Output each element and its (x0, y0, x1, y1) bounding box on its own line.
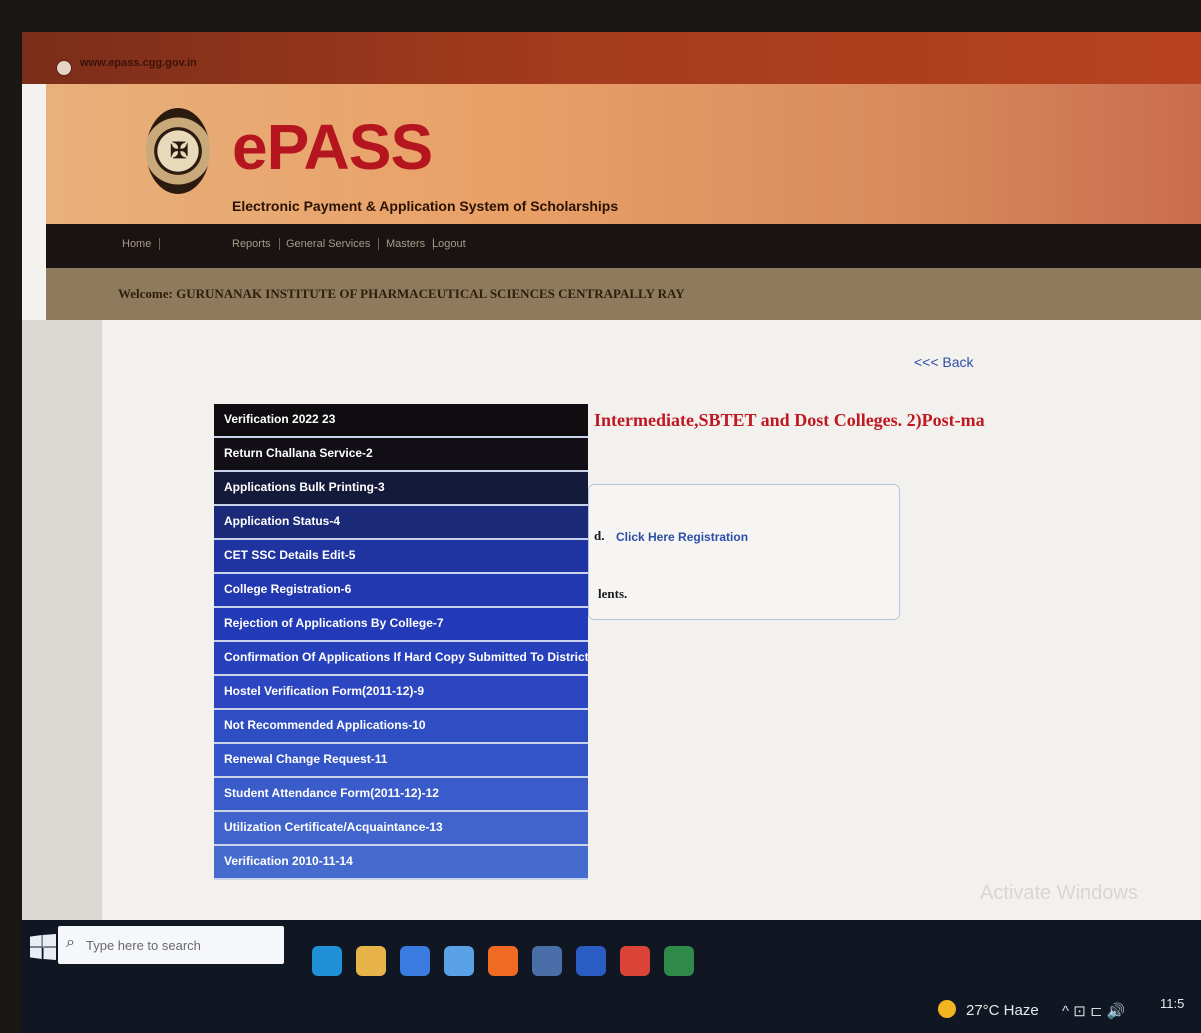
mail-icon[interactable] (444, 946, 474, 976)
menu-item[interactable]: CET SSC Details Edit-5 (214, 540, 588, 574)
nav-item-logout[interactable]: Logout (432, 238, 474, 250)
firefox-icon[interactable] (488, 946, 518, 976)
word-icon[interactable] (576, 946, 606, 976)
excel-icon[interactable] (664, 946, 694, 976)
menu-item[interactable]: Not Recommended Applications-10 (214, 710, 588, 744)
system-tray-icons[interactable]: ^ ⊡ ⊏ 🔊 (1062, 1002, 1125, 1020)
nav-item-reports[interactable]: Reports (232, 238, 280, 250)
chrome-icon[interactable] (620, 946, 650, 976)
windows-taskbar: ⌕ Type here to search 27°C Haze ^ ⊡ ⊏ 🔊 … (22, 920, 1201, 1033)
taskbar-search-box[interactable]: ⌕ Type here to search (58, 926, 284, 964)
nav-item-home[interactable]: Home (122, 238, 161, 250)
menu-item[interactable]: Student Attendance Form(2011-12)-12 (214, 778, 588, 812)
menu-item[interactable]: Verification 2010-11-14 (214, 846, 588, 880)
left-gutter (22, 320, 102, 920)
menu-item[interactable]: Rejection of Applications By College-7 (214, 608, 588, 642)
site-favicon-icon (56, 60, 72, 76)
government-seal-logo: ✠ (146, 108, 210, 194)
info-line-2: lents. (598, 586, 628, 601)
clock[interactable]: 11:5 (1160, 996, 1184, 1011)
file-explorer-icon[interactable] (356, 946, 386, 976)
nav-item-general-services[interactable]: General Services (286, 238, 380, 250)
url-text[interactable]: www.epass.cgg.gov.in (80, 57, 197, 69)
welcome-banner: Welcome: GURUNANAK INSTITUTE OF PHARMACE… (46, 268, 1201, 320)
weather-sun-icon[interactable] (938, 1000, 956, 1018)
windows-start-icon[interactable] (30, 934, 56, 960)
services-dropdown-menu: Verification 2022 23 Return Challana Ser… (214, 404, 588, 880)
store-icon[interactable] (400, 946, 430, 976)
logo-mark: ✠ (170, 138, 189, 163)
menu-item[interactable]: College Registration-6 (214, 574, 588, 608)
menu-item[interactable]: Verification 2022 23 (214, 404, 588, 438)
search-icon: ⌕ (66, 934, 75, 951)
brand-title: ePASS (232, 111, 433, 183)
top-navigation: Home Reports General Services Masters Lo… (46, 224, 1201, 268)
info-panel (588, 484, 900, 620)
menu-item[interactable]: Renewal Change Request-11 (214, 744, 588, 778)
search-placeholder: Type here to search (86, 938, 201, 953)
welcome-text: Welcome: GURUNANAK INSTITUTE OF PHARMACE… (118, 286, 685, 301)
menu-item[interactable]: Utilization Certificate/Acquaintance-13 (214, 812, 588, 846)
info-line-1: d. (594, 528, 605, 543)
menu-item[interactable]: Applications Bulk Printing-3 (214, 472, 588, 506)
site-header: ✠ ePASS Electronic Payment & Application… (46, 84, 1201, 224)
weather-text[interactable]: 27°C Haze (966, 1002, 1039, 1019)
browser-address-bar[interactable]: www.epass.cgg.gov.in (22, 32, 1201, 84)
edge-icon[interactable] (312, 946, 342, 976)
menu-item[interactable]: Return Challana Service-2 (214, 438, 588, 472)
nav-item-masters[interactable]: Masters (386, 238, 435, 250)
back-link[interactable]: <<< Back (914, 354, 974, 370)
app-icon[interactable] (532, 946, 562, 976)
registration-link[interactable]: Click Here Registration (616, 530, 748, 544)
screen: www.epass.cgg.gov.in ✠ ePASS Electronic … (22, 32, 1201, 1033)
menu-item[interactable]: Application Status-4 (214, 506, 588, 540)
menu-item[interactable]: Confirmation Of Applications If Hard Cop… (214, 642, 588, 676)
notice-headline: Intermediate,SBTET and Dost Colleges. 2)… (594, 410, 985, 430)
menu-item[interactable]: Hostel Verification Form(2011-12)-9 (214, 676, 588, 710)
activate-windows-watermark: Activate Windows (980, 882, 1138, 904)
brand-subtitle: Electronic Payment & Application System … (232, 198, 619, 214)
